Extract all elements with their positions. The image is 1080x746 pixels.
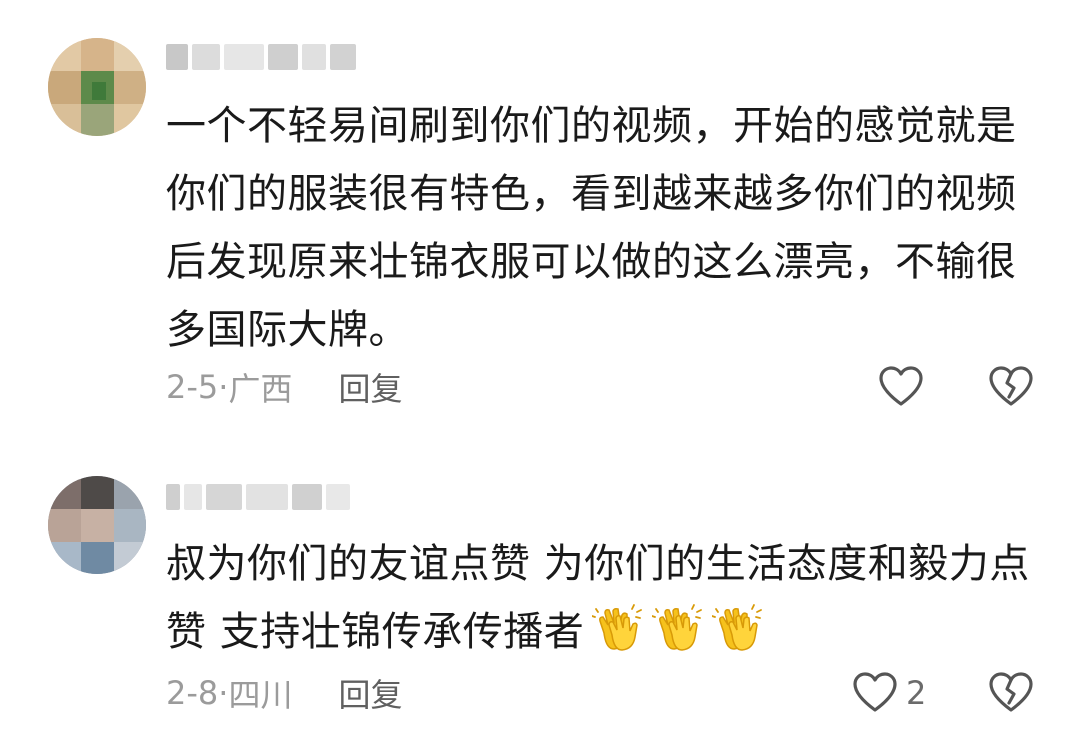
- comment-location: 四川: [228, 676, 293, 714]
- comment-date: 2-8: [166, 674, 219, 712]
- comment-location: 广西: [228, 370, 293, 408]
- reply-button[interactable]: 回复: [338, 364, 402, 410]
- like-count: 2: [906, 674, 927, 712]
- heart-icon: [853, 672, 897, 712]
- comment-text: 一个不轻易间刷到你们的视频，开始的感觉就是你们的服装很有特色，看到越来越多你们的…: [166, 103, 1017, 353]
- broken-heart-icon: [989, 672, 1033, 712]
- dislike-button[interactable]: [988, 366, 1034, 408]
- clapping-hands-icon: [592, 604, 643, 651]
- emoji-group: [584, 604, 764, 655]
- heart-icon: [879, 366, 923, 406]
- avatar[interactable]: [48, 476, 146, 574]
- meta-separator: ·: [218, 674, 229, 712]
- dislike-button[interactable]: [988, 672, 1034, 714]
- clapping-hands-icon: [652, 604, 703, 651]
- avatar[interactable]: [48, 38, 146, 136]
- like-button[interactable]: [878, 366, 932, 408]
- comment-text: 叔为你们的友谊点赞 为你们的生活态度和毅力点赞 支持壮锦传承传播者: [166, 530, 1036, 666]
- comment-date: 2-5: [166, 368, 219, 406]
- like-button[interactable]: 2: [852, 672, 926, 714]
- comment-meta: 2-5 · 广西 回复: [166, 364, 402, 410]
- username-blurred[interactable]: [166, 480, 350, 514]
- broken-heart-icon: [989, 366, 1033, 406]
- username-blurred[interactable]: [166, 40, 356, 74]
- clapping-hands-icon: [712, 604, 763, 651]
- meta-separator: ·: [218, 368, 229, 406]
- comment-meta: 2-8 · 四川 回复: [166, 670, 402, 716]
- reply-button[interactable]: 回复: [338, 670, 402, 716]
